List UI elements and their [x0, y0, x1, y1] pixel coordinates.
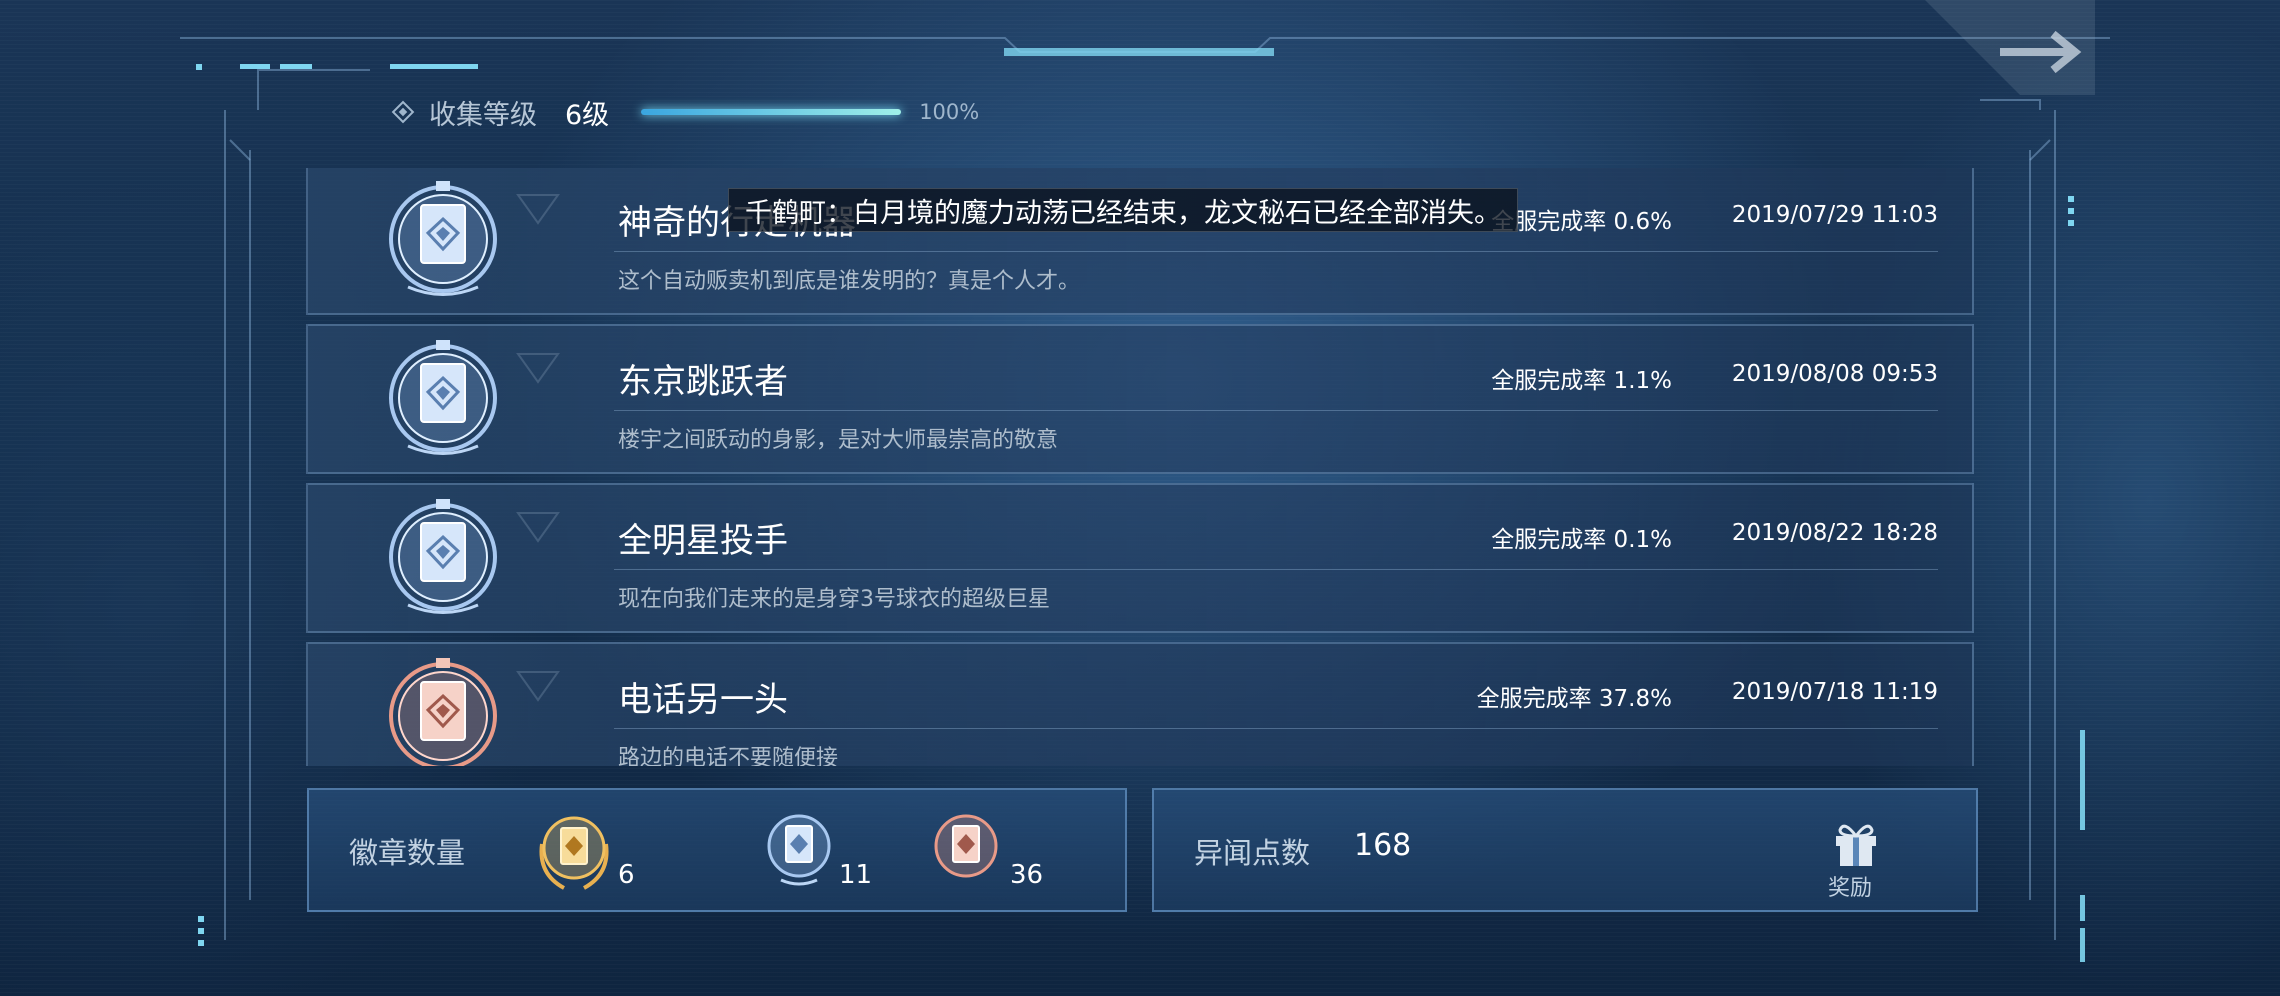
achievement-description: 现在向我们走来的是身穿3号球衣的超级巨星 [618, 587, 1050, 612]
triangle-icon [516, 353, 560, 384]
triangle-icon [516, 194, 560, 225]
gift-icon [1836, 824, 1876, 866]
achievement-item[interactable]: 全明星投手 全服完成率 0.1% 2019/08/22 18:28 现在向我们走… [306, 483, 1974, 633]
divider [614, 251, 1938, 252]
silver-badge-number: 11 [839, 860, 873, 890]
silver-badge-icon [767, 814, 831, 886]
notification-toast: 千鹤町：白月境的魔力动荡已经结束，龙文秘石已经全部消失。 [728, 188, 1518, 232]
achievement-date: 2019/08/08 09:53 [1731, 361, 1938, 387]
next-page-arrow-button[interactable] [1925, 0, 2100, 95]
gold-badge-number: 6 [618, 860, 635, 890]
gold-badge-icon [539, 816, 609, 890]
silver-badge-icon [389, 340, 497, 455]
achievement-item[interactable]: 电话另一头 全服完成率 37.8% 2019/07/18 11:19 路边的电话… [306, 642, 1974, 766]
achievement-item[interactable]: 东京跳跃者 全服完成率 1.1% 2019/08/08 09:53 楼宇之间跃动… [306, 324, 1974, 474]
achievement-list[interactable]: 神奇的行走机器 全服完成率 0.6% 2019/07/29 11:03 这个自动… [306, 168, 1974, 766]
achievement-date: 2019/08/22 18:28 [1731, 520, 1938, 546]
achievement-date: 2019/07/18 11:19 [1731, 679, 1938, 705]
triangle-icon [516, 671, 560, 702]
collection-progress-bar [641, 109, 902, 115]
achievement-completion-rate: 全服完成率 37.8% [1476, 686, 1672, 712]
divider [614, 728, 1938, 729]
divider [614, 569, 1938, 570]
reward-label: 奖励 [1827, 876, 1872, 901]
bronze-badge-count: 36 [926, 804, 1066, 904]
badge-count-label: 徽章数量 [349, 836, 466, 870]
achievement-date: 2019/07/29 11:03 [1731, 202, 1938, 228]
gold-badge-count: 6 [534, 804, 654, 904]
divider [614, 410, 1938, 411]
reward-button[interactable]: 奖励 [1814, 818, 1894, 908]
bronze-badge-icon [389, 658, 497, 766]
achievement-completion-rate: 全服完成率 1.1% [1491, 368, 1672, 394]
collection-level-value: 6级 [565, 99, 610, 131]
silver-badge-count: 11 [759, 804, 879, 904]
achievement-completion-rate: 全服完成率 0.1% [1491, 527, 1672, 553]
points-value: 168 [1354, 828, 1412, 863]
badge-count-panel: 徽章数量 6 11 36 [307, 788, 1127, 912]
points-label: 异闻点数 [1194, 836, 1311, 870]
bronze-badge-number: 36 [1010, 860, 1044, 890]
bronze-badge-icon [934, 814, 998, 878]
achievement-description: 楼宇之间跃动的身影，是对大师最崇高的敬意 [618, 428, 1059, 453]
points-panel: 异闻点数 168 奖励 [1152, 788, 1978, 912]
collection-level-label: 收集等级 [429, 99, 537, 131]
achievement-description: 这个自动贩卖机到底是谁发明的？真是个人才。 [618, 269, 1081, 294]
triangle-icon [516, 512, 560, 543]
diamond-icon [391, 100, 415, 124]
collection-progress-fill [641, 109, 902, 115]
silver-badge-icon [389, 181, 497, 296]
collection-level-bar: 收集等级 6级 100% [391, 92, 980, 132]
achievement-description: 路边的电话不要随便接 [618, 746, 839, 766]
achievement-name: 东京跳跃者 [618, 362, 788, 402]
collection-progress-text: 100% [919, 100, 980, 124]
achievement-name: 电话另一头 [618, 680, 788, 720]
silver-badge-icon [389, 499, 497, 614]
achievement-name: 全明星投手 [618, 521, 788, 561]
achievement-completion-rate: 全服完成率 0.6% [1491, 209, 1672, 235]
